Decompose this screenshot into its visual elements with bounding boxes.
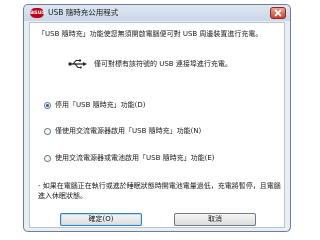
radio-ac-or-battery[interactable] (44, 154, 51, 162)
window-title: USB 隨時充公用程式 (48, 8, 119, 17)
radio-ac-only[interactable] (44, 127, 51, 135)
usb-charger-dialog: asus USB 隨時充公用程式 「USB 隨時充」功能使您無須開啟電腦便可對 … (23, 4, 291, 232)
title-bar[interactable]: asus USB 隨時充公用程式 (24, 5, 290, 21)
asus-logo-icon: asus (30, 8, 46, 18)
usb-port-note: 僅可對標有該符號的 USB 連接埠進行充電。 (94, 60, 232, 68)
usb-charge-icon (68, 59, 87, 69)
option-ac-only[interactable]: 僅使用交流電源器啟用「USB 隨時充」功能(N) (44, 125, 201, 137)
option-label: 使用交流電源器或電池啟用「USB 隨時充」功能(E) (55, 154, 215, 162)
intro-text: 「USB 隨時充」功能使您無須開啟電腦便可對 USB 周邊裝置進行充電。 (38, 30, 263, 38)
radio-disable[interactable] (44, 101, 51, 109)
close-icon (274, 9, 282, 17)
option-ac-or-battery[interactable]: 使用交流電源器或電池啟用「USB 隨時充」功能(E) (44, 152, 214, 164)
ok-button[interactable]: 確定(O) (60, 213, 142, 226)
cancel-button[interactable]: 取消 (174, 213, 256, 226)
option-label: 僅使用交流電源器啟用「USB 隨時充」功能(N) (55, 127, 202, 135)
dialog-content: 「USB 隨時充」功能使您無須開啟電腦便可對 USB 周邊裝置進行充電。 僅可對… (29, 22, 285, 228)
option-disable[interactable]: 停用「USB 隨時充」功能(D) (44, 99, 145, 111)
option-label: 停用「USB 隨時充」功能(D) (55, 101, 146, 109)
close-button[interactable] (270, 7, 286, 19)
battery-footnote: - 如果在電腦正在執行或進於睡眠狀態時開電池電量過低，充電將暫停，且電腦進入休眠… (38, 182, 281, 200)
